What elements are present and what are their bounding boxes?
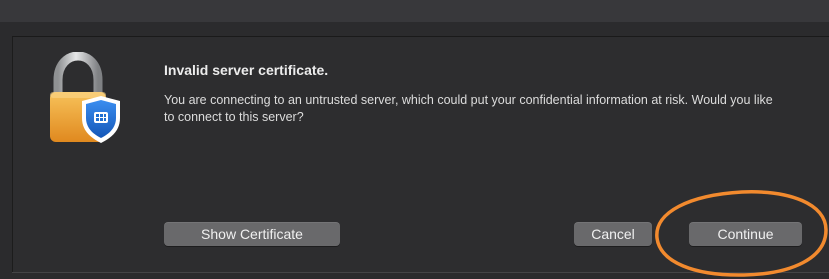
dialog-bottom-edge: [12, 272, 829, 273]
title-bar: [0, 0, 829, 22]
app-window: Invalid server certificate. You are conn…: [0, 0, 829, 279]
cancel-button[interactable]: Cancel: [574, 222, 652, 246]
dialog-message: You are connecting to an untrusted serve…: [164, 93, 773, 124]
dialog-title: Invalid server certificate.: [164, 62, 329, 78]
continue-button[interactable]: Continue: [689, 222, 802, 246]
lock-shield-icon: [38, 51, 130, 148]
show-certificate-button[interactable]: Show Certificate: [164, 222, 340, 246]
